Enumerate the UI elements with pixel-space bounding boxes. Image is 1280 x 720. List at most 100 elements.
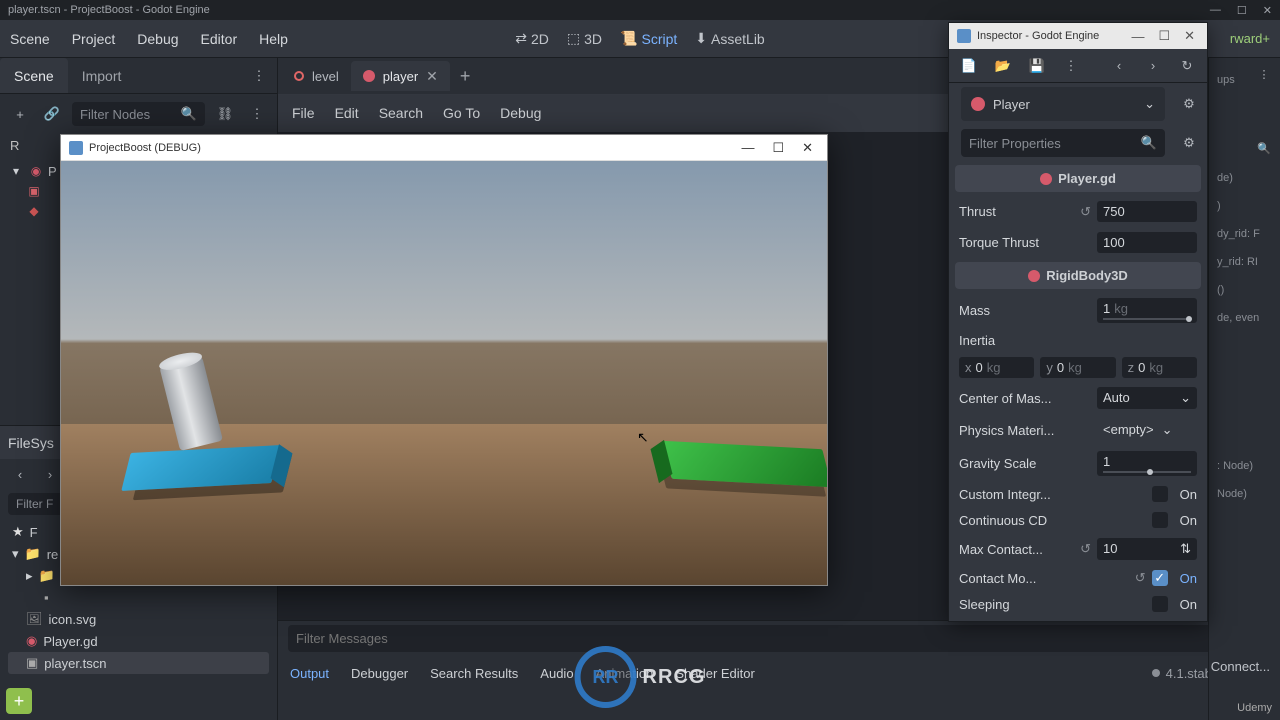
contactmon-checkbox[interactable]: ✓ <box>1152 570 1168 586</box>
script-menu-search[interactable]: Search <box>379 105 423 121</box>
open-icon[interactable]: 📂 <box>993 54 1013 78</box>
torque-value[interactable]: 100 <box>1097 232 1197 253</box>
inspector-titlebar[interactable]: Inspector - Godot Engine — ☐ ✕ <box>949 23 1207 49</box>
search-icon[interactable]: 🔍 <box>1252 136 1276 160</box>
section-script[interactable]: Player.gd <box>955 165 1201 192</box>
app-titlebar: player.tscn - ProjectBoost - Godot Engin… <box>0 0 1280 20</box>
spinner-icon[interactable]: ⇅ <box>1180 541 1191 557</box>
maxcontact-value[interactable]: 10⇅ <box>1097 538 1197 560</box>
bottom-tab-debugger[interactable]: Debugger <box>351 666 408 681</box>
script-icon: ◉ <box>26 633 37 649</box>
inertia-y[interactable]: y0kg <box>1040 357 1115 378</box>
sleeping-checkbox[interactable] <box>1152 596 1168 612</box>
tab-scene[interactable]: Scene <box>0 58 68 93</box>
maximize-icon[interactable]: ☐ <box>1237 4 1247 17</box>
cursor-icon: ↖ <box>637 429 649 446</box>
bottom-tab-output[interactable]: Output <box>290 666 329 681</box>
dots-icon[interactable]: ⋮ <box>245 102 269 126</box>
window-controls: — ☐ ✕ <box>1210 4 1272 17</box>
close-tab-icon[interactable]: ✕ <box>426 68 438 85</box>
reset-icon[interactable]: ↺ <box>1080 541 1091 557</box>
history-back-icon[interactable]: ‹ <box>1109 54 1129 78</box>
add-node-icon[interactable]: + <box>8 102 32 126</box>
tab-import[interactable]: Import <box>68 58 136 93</box>
custint-checkbox[interactable] <box>1152 486 1168 502</box>
back-icon[interactable]: ‹ <box>8 462 32 486</box>
settings-icon[interactable]: ⚙ <box>1177 92 1201 116</box>
gravity-value[interactable]: 1 <box>1097 451 1197 476</box>
filter-messages-input[interactable] <box>288 625 1246 652</box>
thrust-value[interactable]: 750 <box>1097 201 1197 222</box>
close-icon[interactable]: ✕ <box>796 140 819 156</box>
minimize-icon[interactable]: — <box>1127 29 1148 44</box>
new-icon[interactable]: 📄 <box>959 54 979 78</box>
menu-scene[interactable]: Scene <box>10 31 50 47</box>
fs-file-gd[interactable]: ◉Player.gd <box>8 630 269 652</box>
fs-file-icon[interactable]: 🖼icon.svg <box>8 608 269 630</box>
menu-project[interactable]: Project <box>72 31 116 47</box>
minimize-icon[interactable]: — <box>1210 4 1221 17</box>
mode-script[interactable]: 📜Script <box>620 30 677 47</box>
close-icon[interactable]: ✕ <box>1263 4 1272 17</box>
inspected-object[interactable]: Player ⌄ <box>961 87 1165 121</box>
menu-editor[interactable]: Editor <box>201 31 238 47</box>
fs-file[interactable]: ▪ <box>8 587 269 608</box>
menu-help[interactable]: Help <box>259 31 288 47</box>
renderer-label[interactable]: rward+ <box>1230 31 1270 46</box>
section-rigidbody[interactable]: RigidBody3D <box>955 262 1201 289</box>
prop-inertia-label: Inertia <box>955 328 1201 353</box>
prop-physmat: Physics Materi... <empty>⌄ <box>955 414 1201 446</box>
minimize-icon[interactable]: — <box>735 140 760 155</box>
inspector-filter[interactable]: Filter Properties 🔍 <box>961 129 1165 157</box>
prop-cansleep: Can Sleep ✓On <box>955 617 1201 621</box>
scene-filter-input[interactable]: Filter Nodes 🔍 <box>72 102 205 126</box>
physmat-value[interactable]: <empty>⌄ <box>1097 419 1197 441</box>
dots-icon[interactable]: ⋮ <box>247 64 271 88</box>
inertia-z[interactable]: z0kg <box>1122 357 1197 378</box>
debug-game-window[interactable]: ProjectBoost (DEBUG) — ☐ ✕ ↖ <box>60 134 828 586</box>
maximize-icon[interactable]: ☐ <box>1154 28 1174 44</box>
menu-debug[interactable]: Debug <box>137 31 178 47</box>
swap-icon: ⇄ <box>515 30 527 47</box>
reset-icon[interactable]: ↺ <box>1135 570 1146 586</box>
connect-label[interactable]: Connect... <box>1211 659 1270 674</box>
bottom-tab-audio[interactable]: Audio <box>540 666 573 681</box>
file-icon: ▪ <box>44 590 49 605</box>
close-icon[interactable]: ✕ <box>1180 28 1199 44</box>
sliders-icon[interactable]: ⚙ <box>1177 131 1201 155</box>
add-button[interactable]: + <box>6 688 32 714</box>
dots-icon[interactable]: ⋮ <box>1061 54 1081 78</box>
maximize-icon[interactable]: ☐ <box>766 140 790 156</box>
ccd-checkbox[interactable] <box>1152 512 1168 528</box>
game-viewport[interactable]: ↖ <box>61 161 827 585</box>
folder-icon: 📁 <box>25 546 41 562</box>
forward-icon[interactable]: › <box>38 462 62 486</box>
tab-level[interactable]: level <box>282 61 351 91</box>
dots-icon[interactable]: ⋮ <box>1252 62 1276 86</box>
com-value[interactable]: Auto⌄ <box>1097 387 1197 409</box>
mode-assetlib[interactable]: ⬇AssetLib <box>695 30 764 47</box>
fs-file-tscn[interactable]: ▣player.tscn <box>8 652 269 674</box>
mass-value[interactable]: 1kg <box>1097 298 1197 323</box>
bone-icon[interactable]: ⛓ <box>213 102 237 126</box>
debug-titlebar[interactable]: ProjectBoost (DEBUG) — ☐ ✕ <box>61 135 827 161</box>
script-menu-file[interactable]: File <box>292 105 315 121</box>
script-menu-edit[interactable]: Edit <box>335 105 359 121</box>
tab-player[interactable]: player✕ <box>351 61 450 91</box>
godot-icon <box>69 141 83 155</box>
prop-inertia: x0kg y0kg z0kg <box>955 353 1201 382</box>
add-tab[interactable]: + <box>450 66 481 87</box>
refresh-icon[interactable]: ↻ <box>1177 54 1197 78</box>
mode-2d[interactable]: ⇄2D <box>515 30 549 47</box>
inertia-x[interactable]: x0kg <box>959 357 1034 378</box>
bottom-tab-search[interactable]: Search Results <box>430 666 518 681</box>
godot-icon <box>957 29 971 43</box>
save-icon[interactable]: 💾 <box>1027 54 1047 78</box>
history-fwd-icon[interactable]: › <box>1143 54 1163 78</box>
reset-icon[interactable]: ↺ <box>1080 204 1091 220</box>
inspector-body[interactable]: Player.gd Thrust ↺ 750 Torque Thrust 100… <box>949 161 1207 621</box>
script-menu-debug[interactable]: Debug <box>500 105 541 121</box>
script-menu-goto[interactable]: Go To <box>443 105 480 121</box>
link-icon[interactable]: 🔗 <box>40 102 64 126</box>
mode-3d[interactable]: ⬚3D <box>567 30 602 47</box>
